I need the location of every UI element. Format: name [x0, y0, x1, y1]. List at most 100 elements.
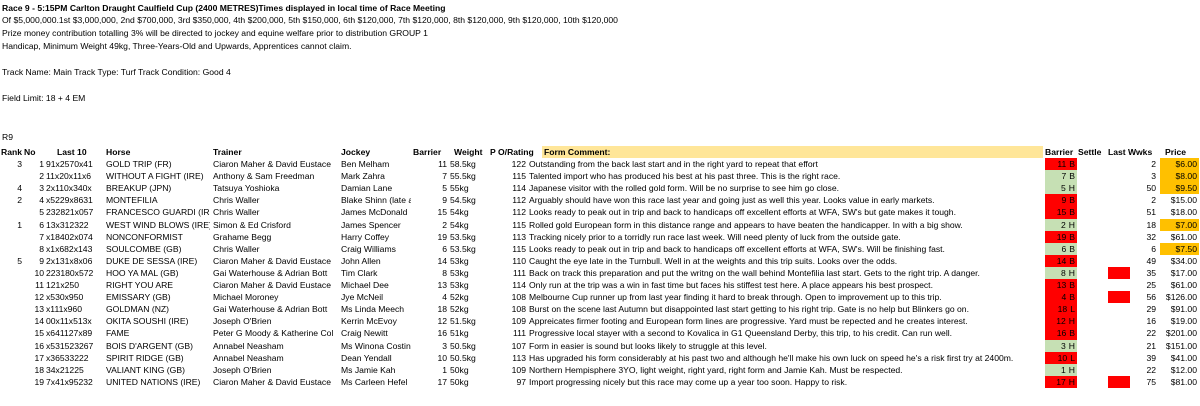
- last10-cell[interactable]: 91x2570x41: [46, 158, 106, 170]
- last10-cell[interactable]: 34x21225: [46, 364, 106, 376]
- jockey-cell[interactable]: James Spencer: [341, 219, 411, 231]
- trainer-cell[interactable]: Peter G Moody & Katherine Col: [213, 327, 339, 339]
- rating-cell[interactable]: 115: [498, 170, 526, 182]
- horse-cell[interactable]: SPIRIT RIDGE (GB): [106, 352, 210, 364]
- trainer-cell[interactable]: Grahame Begg: [213, 231, 339, 243]
- price-cell[interactable]: $7.50: [1160, 242, 1199, 255]
- table-row[interactable]: 7 x18402x074 NONCONFORMIST Grahame Begg Harr…: [0, 230, 1200, 243]
- table-row[interactable]: 19 7x41x95232 UNITED NATIONS (IRE) Ciaron M…: [0, 375, 1200, 388]
- barrier-settle-cell[interactable]: 4B: [1045, 291, 1077, 304]
- weeks-cell[interactable]: 25: [1130, 279, 1158, 291]
- last-win-cell[interactable]: [1108, 266, 1130, 280]
- table-row[interactable]: 11 121x250 RIGHT YOU ARE Ciaron Maher & Dav…: [0, 279, 1200, 292]
- jockey-cell[interactable]: James McDonald: [341, 206, 411, 218]
- price-cell[interactable]: $7.00: [1160, 218, 1199, 231]
- weeks-cell[interactable]: 29: [1130, 303, 1158, 315]
- last10-cell[interactable]: x5229x8631: [46, 194, 106, 206]
- last-win-cell[interactable]: [1108, 303, 1130, 315]
- comment-cell[interactable]: Import progressing nicely but this race …: [527, 376, 1042, 388]
- rating-cell[interactable]: 112: [498, 194, 526, 206]
- comment-cell[interactable]: Arguably should have won this race last …: [527, 194, 1042, 206]
- barrier-cell[interactable]: 13: [413, 279, 447, 291]
- jockey-cell[interactable]: Damian Lane: [341, 182, 411, 194]
- last10-cell[interactable]: x530x950: [46, 291, 106, 303]
- jockey-cell[interactable]: Mark Zahra: [341, 170, 411, 182]
- rank-cell[interactable]: [1, 315, 22, 327]
- price-cell[interactable]: $12.00: [1160, 364, 1199, 376]
- table-row[interactable]: 1 6 13x312322 WEST WIND BLOWS (IRE) Simon & …: [0, 218, 1200, 231]
- weight-cell[interactable]: 54kg: [448, 206, 490, 218]
- comment-cell[interactable]: Northern Hempisphere 3YO, light weight, …: [527, 364, 1042, 376]
- header-p[interactable]: P: [490, 146, 498, 158]
- last-win-cell[interactable]: [1108, 340, 1130, 352]
- rank-cell[interactable]: [1, 376, 22, 388]
- barrier-cell[interactable]: 17: [413, 376, 447, 388]
- barrier-cell[interactable]: 16: [413, 327, 447, 339]
- weight-cell[interactable]: 53.5kg: [448, 243, 490, 255]
- last10-cell[interactable]: 223180x572: [46, 267, 106, 279]
- jockey-cell[interactable]: Craig Williams: [341, 243, 411, 255]
- header-jockey[interactable]: Jockey: [341, 146, 411, 158]
- rating-cell[interactable]: 112: [498, 206, 526, 218]
- price-cell[interactable]: $151.00: [1160, 340, 1199, 352]
- last10-cell[interactable]: x531523267: [46, 340, 106, 352]
- rating-cell[interactable]: 114: [498, 279, 526, 291]
- barrier-settle-cell[interactable]: 13 B: [1045, 279, 1077, 292]
- number-cell[interactable]: 6: [24, 219, 44, 231]
- barrier-settle-cell[interactable]: 10 L: [1045, 351, 1077, 364]
- horse-cell[interactable]: BREAKUP (JPN): [106, 182, 210, 194]
- comment-cell[interactable]: Tracking nicely prior to a torridly run …: [527, 231, 1042, 243]
- table-row[interactable]: 5 232821x057 FRANCESCO GUARDI (IRE) Chris W…: [0, 206, 1200, 219]
- weeks-cell[interactable]: 56: [1130, 291, 1158, 303]
- barrier-cell[interactable]: 5: [413, 182, 447, 194]
- rank-cell[interactable]: [1, 340, 22, 352]
- table-row[interactable]: 10 223180x572 HOO YA MAL (GB) Gai Waterhous…: [0, 266, 1200, 280]
- last-win-cell[interactable]: [1108, 375, 1130, 388]
- weeks-cell[interactable]: 3: [1130, 170, 1158, 182]
- last10-cell[interactable]: 121x250: [46, 279, 106, 291]
- header-barrier2[interactable]: Barrier: [1045, 146, 1077, 158]
- barrier-settle-cell[interactable]: 15 B: [1045, 206, 1077, 219]
- horse-cell[interactable]: GOLD TRIP (FR): [106, 158, 210, 170]
- jockey-cell[interactable]: Kerrin McEvoy: [341, 315, 411, 327]
- last-win-cell[interactable]: [1108, 170, 1130, 182]
- weight-cell[interactable]: 52kg: [448, 291, 490, 303]
- last-win-cell[interactable]: [1108, 158, 1130, 170]
- weight-cell[interactable]: 51.5kg: [448, 315, 490, 327]
- barrier-cell[interactable]: 14: [413, 255, 447, 267]
- rating-cell[interactable]: 113: [498, 231, 526, 243]
- barrier-cell[interactable]: 3: [413, 340, 447, 352]
- trainer-cell[interactable]: Ciaron Maher & David Eustace: [213, 158, 339, 170]
- rating-cell[interactable]: 109: [498, 364, 526, 376]
- comment-cell[interactable]: Only run at the trip was a win in fast t…: [527, 279, 1042, 291]
- weight-cell[interactable]: 55kg: [448, 182, 490, 194]
- trainer-cell[interactable]: Gai Waterhouse & Adrian Bott: [213, 267, 339, 279]
- rating-cell[interactable]: 111: [498, 267, 526, 279]
- table-row[interactable]: 17 x36533222 SPIRIT RIDGE (GB) Annabel Neas…: [0, 351, 1200, 364]
- jockey-cell[interactable]: Ms Carleen Hefel: [341, 376, 411, 388]
- barrier-settle-cell[interactable]: 6B: [1045, 242, 1077, 255]
- weeks-cell[interactable]: 2: [1130, 194, 1158, 206]
- rank-cell[interactable]: [1, 267, 22, 279]
- number-cell[interactable]: 17: [24, 352, 44, 364]
- jockey-cell[interactable]: Michael Dee: [341, 279, 411, 291]
- price-cell[interactable]: $8.00: [1160, 170, 1199, 183]
- number-cell[interactable]: 10: [24, 267, 44, 279]
- rating-cell[interactable]: 97: [498, 376, 526, 388]
- rank-cell[interactable]: 5: [1, 255, 22, 267]
- price-cell[interactable]: $19.00: [1160, 315, 1199, 327]
- number-cell[interactable]: 16: [24, 340, 44, 352]
- horse-cell[interactable]: MONTEFILIA: [106, 194, 210, 206]
- table-row[interactable]: 5 9 2x131x8x06 DUKE DE SESSA (IRE) Ciaron Ma…: [0, 254, 1200, 267]
- rank-cell[interactable]: 1: [1, 219, 22, 231]
- weight-cell[interactable]: 51kg: [448, 327, 490, 339]
- jockey-cell[interactable]: Jye McNeil: [341, 291, 411, 303]
- header-price[interactable]: Price: [1165, 146, 1199, 158]
- number-cell[interactable]: 18: [24, 364, 44, 376]
- rating-cell[interactable]: 122: [498, 158, 526, 170]
- number-cell[interactable]: 5: [24, 206, 44, 218]
- table-row[interactable]: 12 x530x950 EMISSARY (GB) Michael Moroney Jy…: [0, 291, 1200, 304]
- price-cell[interactable]: $126.00: [1160, 291, 1199, 303]
- rating-cell[interactable]: 115: [498, 243, 526, 255]
- horse-cell[interactable]: BOIS D'ARGENT (GB): [106, 340, 210, 352]
